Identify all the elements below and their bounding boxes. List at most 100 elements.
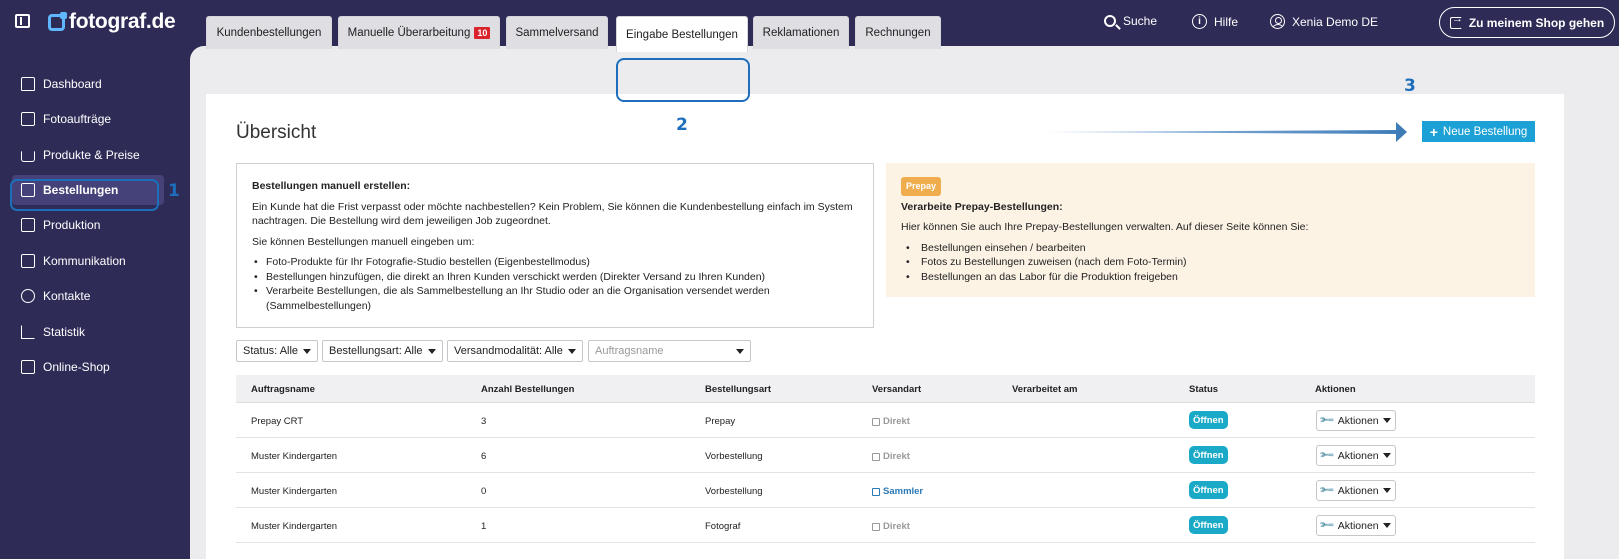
logo[interactable]: fotograf.de: [48, 10, 176, 34]
job-name: Muster Kindergarten: [251, 521, 338, 532]
prepay-bullet: Fotos zu Bestellungen zuweisen (nach dem…: [901, 255, 1520, 270]
column-header: Anzahl Bestellungen: [481, 384, 575, 395]
search-button[interactable]: Suche: [1104, 14, 1157, 28]
sidebar-item-online-shop[interactable]: Online-Shop: [12, 352, 164, 382]
job-name: Muster Kindergarten: [251, 451, 338, 462]
sidebar-item-statistik[interactable]: Statistik: [12, 317, 164, 347]
sidebar-toggle-icon[interactable]: [15, 14, 30, 28]
help-label: Hilfe: [1214, 14, 1239, 29]
sidebar-item-kontakte[interactable]: Kontakte: [12, 281, 164, 311]
tab-kundenbestellungen[interactable]: Kundenbestellungen: [206, 16, 332, 49]
help-button[interactable]: i Hilfe: [1192, 14, 1238, 29]
column-header: Status: [1189, 384, 1219, 395]
printer-icon: [21, 218, 35, 232]
tab-rechnungen[interactable]: Rechnungen: [855, 16, 941, 49]
go-to-shop-button[interactable]: Zu meinem Shop gehen: [1439, 7, 1615, 38]
tab-label: Eingabe Bestellungen: [626, 28, 738, 41]
order-count: 0: [481, 486, 487, 497]
shipping-filter-select[interactable]: Versandmodalität: Alle: [447, 340, 583, 362]
order-type-filter-value: Bestellungsart: Alle: [329, 345, 423, 357]
wrench-icon: 🔧: [1319, 482, 1336, 499]
actions-dropdown-button[interactable]: 🔧 Aktionen: [1316, 410, 1396, 431]
order-type: Vorbestellung: [705, 451, 763, 462]
column-header: Verarbeitet am: [1012, 384, 1078, 395]
status-filter-select[interactable]: Status: Alle: [236, 340, 319, 362]
chevron-down-icon: [303, 348, 312, 354]
open-status-button[interactable]: Öffnen: [1189, 516, 1228, 534]
order-type: Prepay: [705, 416, 736, 427]
sidebar-item-produktion[interactable]: Produktion: [12, 210, 164, 240]
actions-label: Aktionen: [1337, 414, 1379, 427]
tab-reklamationen[interactable]: Reklamationen: [753, 16, 849, 49]
store-icon: [21, 360, 35, 374]
image-icon: [21, 112, 35, 126]
chevron-down-icon: [1382, 418, 1391, 423]
table-row: Muster Kindergarten 6 Vorbestellung Dire…: [236, 438, 1535, 473]
chevron-down-icon: [1382, 523, 1391, 528]
prepay-bullet: Bestellungen an das Labor für die Produk…: [901, 270, 1520, 285]
order-type-filter-select[interactable]: Bestellungsart: Alle: [322, 340, 443, 362]
sidebar-item-label: Produktion: [43, 218, 101, 232]
box-icon: [872, 417, 880, 426]
logo-text: fotograf.de: [69, 10, 176, 33]
annotation-highlight-1: [10, 179, 159, 211]
column-header: Auftragsname: [251, 384, 315, 395]
sidebar-item-label: Kontakte: [43, 289, 91, 303]
tab-label: Sammelversand: [515, 27, 599, 39]
info-bullet: Verarbeite Bestellungen, die als Sammelb…: [252, 284, 858, 313]
info-icon: i: [1192, 14, 1207, 29]
sidebar-item-fotoauftraege[interactable]: Fotoaufträge: [12, 104, 164, 134]
table-row: Muster Kindergarten 0 Vorbestellung Samm…: [236, 473, 1535, 508]
exit-icon: [1449, 13, 1463, 29]
annotation-number-2: 2: [676, 115, 688, 135]
count-badge: 10: [474, 27, 491, 39]
job-name-search-select[interactable]: Auftragsname: [588, 340, 751, 362]
annotation-number-3: 3: [1404, 76, 1416, 96]
sidebar-item-dashboard[interactable]: Dashboard: [12, 69, 164, 99]
open-status-button[interactable]: Öffnen: [1189, 411, 1228, 429]
shipping-label: Direkt: [883, 416, 910, 427]
user-circle-icon: [1270, 14, 1285, 29]
box-icon: [872, 452, 880, 461]
tab-label: Manuelle Überarbeitung: [347, 27, 471, 39]
sidebar-item-produkte-preise[interactable]: Produkte & Preise: [12, 140, 164, 170]
chevron-down-icon: [427, 348, 436, 354]
chevron-down-icon: [1382, 488, 1391, 493]
shipping-type: Direkt: [872, 521, 910, 532]
info-bullet: Bestellungen hinzufügen, die direkt an I…: [252, 270, 858, 285]
user-menu[interactable]: Xenia Demo DE: [1270, 14, 1378, 29]
shipping-filter-value: Versandmodalität: Alle: [454, 345, 563, 357]
wrench-icon: 🔧: [1319, 447, 1336, 464]
order-count: 3: [481, 416, 487, 427]
actions-dropdown-button[interactable]: 🔧 Aktionen: [1316, 515, 1396, 536]
actions-dropdown-button[interactable]: 🔧 Aktionen: [1316, 445, 1396, 466]
annotation-highlight-2: [616, 58, 750, 102]
sidebar-item-label: Kommunikation: [43, 254, 126, 268]
job-name: Muster Kindergarten: [251, 486, 338, 497]
info-text-2: Sie können Bestellungen manuell eingeben…: [252, 235, 475, 248]
table-row: Prepay CRT 3 Prepay Direkt Öffnen 🔧 Akti…: [236, 403, 1535, 438]
sidebar-item-kommunikation[interactable]: Kommunikation: [12, 246, 164, 276]
new-order-button[interactable]: + Neue Bestellung: [1422, 121, 1535, 142]
prepay-heading: Verarbeite Prepay-Bestellungen:: [901, 200, 1063, 213]
tab-label: Kundenbestellungen: [216, 27, 322, 39]
tab-manuelle-ueberarbeitung[interactable]: Manuelle Überarbeitung 10: [338, 16, 500, 49]
prepay-bullet: Bestellungen einsehen / bearbeiten: [901, 241, 1520, 256]
boxes-icon: [872, 487, 880, 496]
sidebar-item-label: Dashboard: [43, 77, 102, 91]
chart-icon: [21, 325, 35, 339]
open-status-button[interactable]: Öffnen: [1189, 481, 1228, 499]
wrench-icon: 🔧: [1319, 517, 1336, 534]
prepay-text: Hier können Sie auch Ihre Prepay-Bestell…: [901, 221, 1309, 233]
chevron-down-icon: [1382, 453, 1391, 458]
shipping-type: Direkt: [872, 451, 910, 462]
cart-icon: [21, 150, 35, 162]
actions-dropdown-button[interactable]: 🔧 Aktionen: [1316, 480, 1396, 501]
tab-eingabe-bestellungen[interactable]: Eingabe Bestellungen: [616, 16, 748, 52]
sidebar-item-label: Statistik: [43, 325, 86, 339]
logo-mark-icon: [48, 11, 67, 31]
tab-sammelversand[interactable]: Sammelversand: [506, 16, 608, 49]
open-status-button[interactable]: Öffnen: [1189, 446, 1228, 464]
sidebar-item-label: Produkte & Preise: [43, 148, 140, 162]
column-header: Aktionen: [1315, 384, 1356, 395]
